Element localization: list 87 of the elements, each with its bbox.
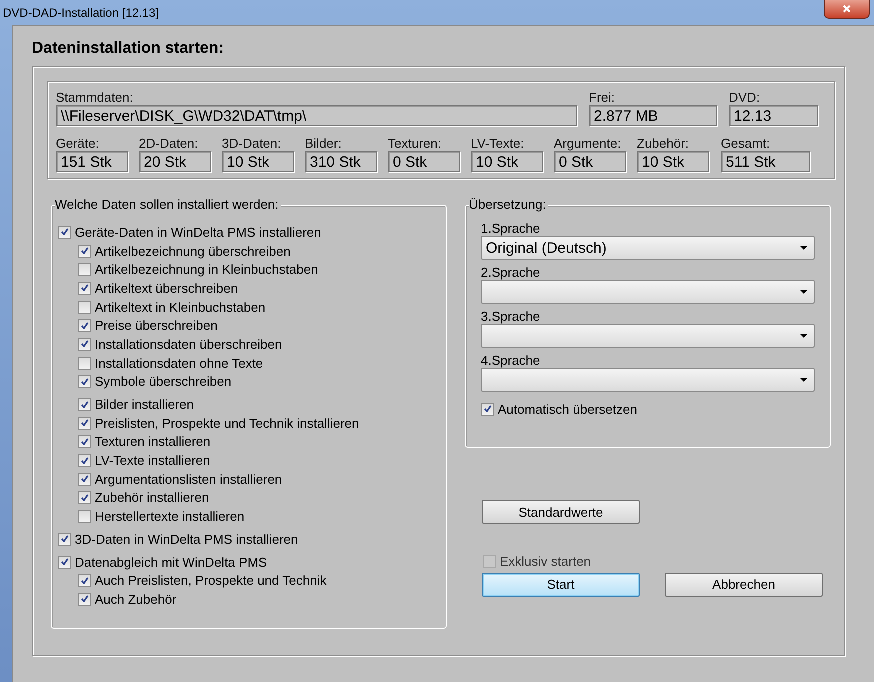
input-field[interactable]: \\Fileserver\DISK_G\WD32\DAT\tmp\ xyxy=(56,105,577,126)
checkbox-label: Automatisch übersetzen xyxy=(498,402,638,417)
group-title: Übersetzung: xyxy=(469,197,548,213)
input-field[interactable]: 10 Stk xyxy=(471,151,543,172)
caret-icon xyxy=(800,246,808,250)
checkbox-label: Preislisten, Prospekte und Technik installieren xyxy=(95,416,360,431)
field-label: Zubehör: xyxy=(637,136,690,151)
input-field[interactable]: 12.13 xyxy=(729,105,818,126)
field-label: Stammdaten: xyxy=(56,90,134,105)
checkbox-label: Argumentationslisten installieren xyxy=(95,472,282,487)
checkbox[interactable] xyxy=(78,574,91,588)
checkbox-label: Artikelbezeichnung überschreiben xyxy=(95,244,291,259)
dropdown[interactable] xyxy=(481,280,815,304)
caret-icon xyxy=(800,290,808,294)
field-label: LV-Texte: xyxy=(471,136,526,151)
checkbox-label: Datenabgleich mit WinDelta PMS xyxy=(75,554,268,570)
field-label: Argumente: xyxy=(554,136,622,151)
input-field[interactable]: 511 Stk xyxy=(721,151,810,172)
window-title: DVD-DAD-Installation [12.13] xyxy=(3,6,160,20)
field-label: DVD: xyxy=(729,90,762,105)
input-field[interactable]: 20 Stk xyxy=(139,151,211,172)
checkbox[interactable] xyxy=(78,398,91,412)
cancel-button[interactable]: Abbrechen xyxy=(665,572,823,597)
checkbox-label: Artikeltext in Kleinbuchstaben xyxy=(95,300,266,315)
field-label: 3D-Daten: xyxy=(222,136,282,151)
field-label: Texturen: xyxy=(388,136,442,151)
checkbox[interactable] xyxy=(58,532,71,546)
checkbox[interactable] xyxy=(58,556,71,569)
dropdown[interactable] xyxy=(481,368,815,392)
checkbox[interactable] xyxy=(481,402,494,416)
checkbox[interactable] xyxy=(78,435,91,448)
checkbox-label: Symbole überschreiben xyxy=(95,374,232,390)
checkbox-label: Installationsdaten ohne Texte xyxy=(95,356,264,371)
checkbox-label: Auch Preislisten, Prospekte und Technik xyxy=(95,573,327,588)
checkbox-label: Exklusiv starten xyxy=(500,554,592,569)
checkbox-label: Herstellertexte installieren xyxy=(95,509,245,524)
checkbox[interactable] xyxy=(78,510,91,524)
checkbox[interactable] xyxy=(78,472,91,486)
field-label: Bilder: xyxy=(305,136,343,151)
checkbox[interactable] xyxy=(78,282,91,295)
field-label: Gesamt: xyxy=(721,136,772,151)
checkbox-label: Artikeltext überschreiben xyxy=(95,280,238,296)
checkbox[interactable] xyxy=(78,319,91,332)
checkbox-label: Texturen installieren xyxy=(95,434,211,450)
input-field[interactable]: 0 Stk xyxy=(388,151,460,172)
heading: Dateninstallation starten: xyxy=(32,40,226,59)
checkbox[interactable] xyxy=(78,244,91,258)
close-button[interactable] xyxy=(824,0,870,18)
checkbox-label: Auch Zubehör xyxy=(95,592,177,607)
dropdown[interactable]: Original (Deutsch) xyxy=(481,236,815,260)
checkbox-label: LV-Texte installieren xyxy=(95,453,210,468)
caret-icon xyxy=(800,334,808,338)
checkbox-label: Artikelbezeichnung in Kleinbuchstaben xyxy=(95,262,318,278)
checkbox[interactable] xyxy=(78,491,91,504)
checkbox[interactable] xyxy=(78,416,91,430)
checkbox[interactable] xyxy=(78,263,91,276)
defaults-button[interactable]: Standardwerte xyxy=(482,500,640,524)
checkbox-label: Preise überschreiben xyxy=(95,318,218,334)
checkbox-label: Bilder installieren xyxy=(95,397,194,412)
checkbox-label: Zubehör installieren xyxy=(95,490,210,506)
checkbox-label: Geräte-Daten in WinDelta PMS installieren xyxy=(75,224,322,240)
field-label: 2D-Daten: xyxy=(139,136,200,151)
checkbox[interactable] xyxy=(78,356,91,370)
checkbox[interactable] xyxy=(78,375,91,388)
input-field[interactable]: 10 Stk xyxy=(637,151,709,172)
checkbox-label: 3D-Daten in WinDelta PMS installieren xyxy=(75,532,298,547)
input-field[interactable]: 310 Stk xyxy=(305,151,377,172)
checkbox[interactable] xyxy=(78,338,91,351)
input-field[interactable]: 10 Stk xyxy=(222,151,294,172)
field-label: Frei: xyxy=(589,90,616,105)
input-field[interactable]: 2.877 MB xyxy=(589,105,717,126)
checkbox[interactable] xyxy=(78,300,91,314)
start-button[interactable]: Start xyxy=(482,572,640,597)
close-icon xyxy=(842,4,852,14)
input-field[interactable]: 151 Stk xyxy=(56,151,128,172)
field-label: Geräte: xyxy=(56,136,100,151)
input-field[interactable]: 0 Stk xyxy=(554,151,626,172)
field-label: 2.Sprache xyxy=(481,265,542,280)
field-label: 3.Sprache xyxy=(481,309,542,324)
checkbox[interactable] xyxy=(78,454,91,468)
checkbox[interactable] xyxy=(58,226,71,239)
field-label: 1.Sprache xyxy=(481,221,542,236)
dropdown[interactable] xyxy=(481,324,815,348)
checkbox-label: Installationsdaten überschreiben xyxy=(95,336,282,352)
checkbox[interactable] xyxy=(78,592,91,606)
caret-icon xyxy=(800,378,808,382)
field-label: 4.Sprache xyxy=(481,353,542,368)
